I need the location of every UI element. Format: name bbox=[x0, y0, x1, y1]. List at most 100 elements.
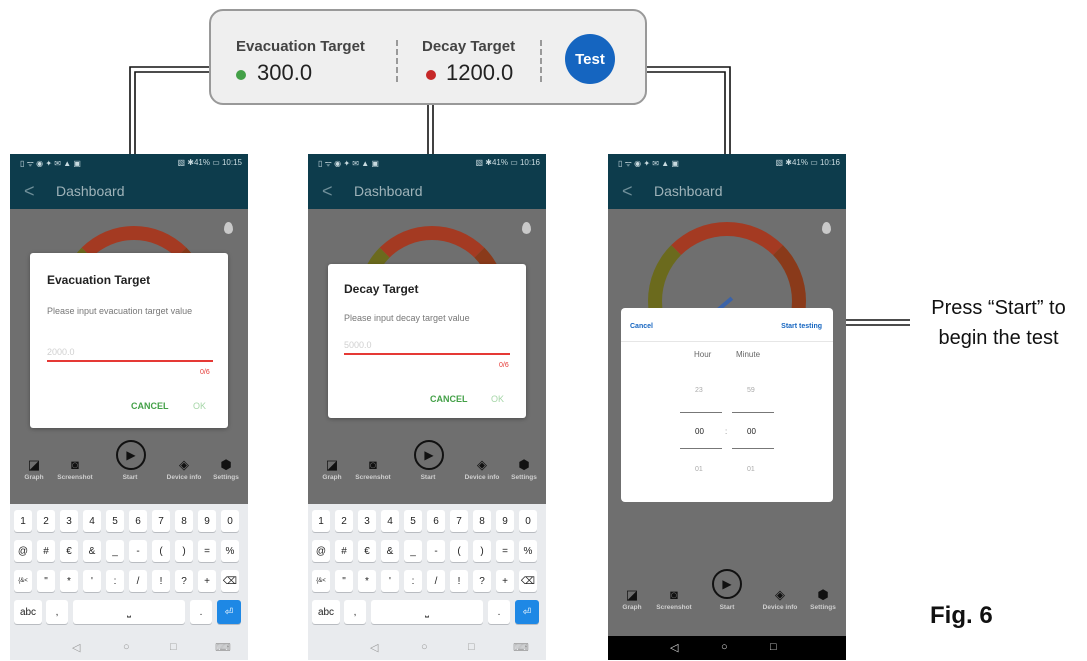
device-info-tool[interactable]: ◈ Device info bbox=[758, 586, 802, 611]
keyboard-icon[interactable]: ⌨ bbox=[215, 641, 231, 654]
period-key[interactable]: . bbox=[488, 600, 510, 624]
device-info-tool[interactable]: ◈ Device info bbox=[162, 456, 206, 481]
cancel-button[interactable]: CANCEL bbox=[430, 394, 468, 404]
settings-tool[interactable]: ⬢ Settings bbox=[502, 456, 546, 481]
key[interactable]: 1 bbox=[312, 510, 330, 532]
device-info-tool[interactable]: ◈ Device info bbox=[460, 456, 504, 481]
key[interactable]: ? bbox=[175, 570, 193, 592]
key[interactable]: @ bbox=[312, 540, 330, 562]
key[interactable]: ) bbox=[175, 540, 193, 562]
comma-key[interactable]: , bbox=[344, 600, 366, 624]
key[interactable]: _ bbox=[404, 540, 422, 562]
key[interactable]: / bbox=[129, 570, 147, 592]
key[interactable]: * bbox=[358, 570, 376, 592]
key[interactable]: 9 bbox=[198, 510, 216, 532]
key[interactable]: + bbox=[198, 570, 216, 592]
key[interactable]: 1 bbox=[14, 510, 32, 532]
key[interactable]: 4 bbox=[381, 510, 399, 532]
key[interactable]: 0 bbox=[519, 510, 537, 532]
key[interactable]: : bbox=[404, 570, 422, 592]
key[interactable]: & bbox=[83, 540, 101, 562]
abc-key[interactable]: abc bbox=[14, 600, 42, 624]
nav-home-icon[interactable]: ○ bbox=[123, 641, 130, 653]
space-key[interactable]: ⎵ bbox=[73, 600, 185, 624]
key-symbols[interactable]: {&< bbox=[312, 570, 330, 592]
key[interactable]: + bbox=[496, 570, 514, 592]
key[interactable]: 4 bbox=[83, 510, 101, 532]
ok-button[interactable]: OK bbox=[193, 401, 206, 411]
decay-target-value[interactable]: 1200.0 bbox=[446, 60, 513, 86]
key[interactable]: @ bbox=[14, 540, 32, 562]
start-button[interactable]: ▶ bbox=[414, 440, 444, 470]
key[interactable]: 3 bbox=[60, 510, 78, 532]
screenshot-tool[interactable]: ◙ Screenshot bbox=[53, 456, 97, 481]
start-button[interactable]: ▶ bbox=[116, 440, 146, 470]
keyboard-icon[interactable]: ⌨ bbox=[513, 641, 529, 654]
hour-next[interactable]: 01 bbox=[695, 466, 703, 473]
start-tool[interactable]: Start bbox=[705, 604, 749, 611]
start-button[interactable]: ▶ bbox=[712, 569, 742, 599]
start-tool[interactable]: Start bbox=[108, 474, 152, 481]
backspace-key[interactable]: ⌫ bbox=[221, 570, 239, 592]
key[interactable]: % bbox=[519, 540, 537, 562]
key[interactable]: % bbox=[221, 540, 239, 562]
start-tool[interactable]: Start bbox=[406, 474, 450, 481]
key[interactable]: 8 bbox=[175, 510, 193, 532]
evacuation-input[interactable]: 2000.0 bbox=[47, 347, 75, 357]
nav-home-icon[interactable]: ○ bbox=[421, 641, 428, 653]
key[interactable]: 7 bbox=[450, 510, 468, 532]
key-symbols[interactable]: {&< bbox=[14, 570, 32, 592]
ok-button[interactable]: OK bbox=[491, 394, 504, 404]
settings-tool[interactable]: ⬢ Settings bbox=[204, 456, 248, 481]
key[interactable]: & bbox=[381, 540, 399, 562]
key[interactable]: 2 bbox=[37, 510, 55, 532]
key[interactable]: ! bbox=[152, 570, 170, 592]
key[interactable]: ? bbox=[473, 570, 491, 592]
space-key[interactable]: ⎵ bbox=[371, 600, 483, 624]
nav-back-icon[interactable]: ◁ bbox=[370, 641, 378, 654]
graph-tool[interactable]: ◪ Graph bbox=[610, 586, 654, 611]
nav-home-icon[interactable]: ○ bbox=[721, 641, 728, 653]
enter-key[interactable]: ⏎ bbox=[217, 600, 241, 624]
hour-prev[interactable]: 23 bbox=[695, 387, 703, 394]
nav-recent-icon[interactable]: □ bbox=[770, 641, 777, 653]
hour-selected[interactable]: 00 bbox=[695, 427, 704, 436]
key[interactable]: 8 bbox=[473, 510, 491, 532]
key[interactable]: € bbox=[60, 540, 78, 562]
key[interactable]: 6 bbox=[427, 510, 445, 532]
screenshot-tool[interactable]: ◙ Screenshot bbox=[351, 456, 395, 481]
key[interactable]: 6 bbox=[129, 510, 147, 532]
key[interactable]: 2 bbox=[335, 510, 353, 532]
key[interactable]: # bbox=[37, 540, 55, 562]
key[interactable]: = bbox=[496, 540, 514, 562]
key[interactable]: 5 bbox=[404, 510, 422, 532]
minute-selected[interactable]: 00 bbox=[747, 427, 756, 436]
back-icon[interactable]: < bbox=[24, 181, 35, 202]
cancel-button[interactable]: CANCEL bbox=[131, 401, 169, 411]
key[interactable]: - bbox=[129, 540, 147, 562]
evacuation-target-value[interactable]: 300.0 bbox=[257, 60, 312, 86]
backspace-key[interactable]: ⌫ bbox=[519, 570, 537, 592]
back-icon[interactable]: < bbox=[322, 181, 333, 202]
key[interactable]: ( bbox=[152, 540, 170, 562]
key[interactable]: ! bbox=[450, 570, 468, 592]
key[interactable]: 3 bbox=[358, 510, 376, 532]
key[interactable]: 0 bbox=[221, 510, 239, 532]
test-button[interactable]: Test bbox=[565, 34, 615, 84]
key[interactable]: € bbox=[358, 540, 376, 562]
key[interactable]: - bbox=[427, 540, 445, 562]
key[interactable]: 5 bbox=[106, 510, 124, 532]
graph-tool[interactable]: ◪ Graph bbox=[12, 456, 56, 481]
key[interactable]: 7 bbox=[152, 510, 170, 532]
key[interactable]: = bbox=[198, 540, 216, 562]
key[interactable]: " bbox=[37, 570, 55, 592]
picker-cancel-button[interactable]: Cancel bbox=[630, 323, 653, 330]
key[interactable]: ) bbox=[473, 540, 491, 562]
key[interactable]: ' bbox=[83, 570, 101, 592]
enter-key[interactable]: ⏎ bbox=[515, 600, 539, 624]
comma-key[interactable]: , bbox=[46, 600, 68, 624]
key[interactable]: ( bbox=[450, 540, 468, 562]
key[interactable]: ' bbox=[381, 570, 399, 592]
key[interactable]: _ bbox=[106, 540, 124, 562]
screenshot-tool[interactable]: ◙ Screenshot bbox=[652, 586, 696, 611]
